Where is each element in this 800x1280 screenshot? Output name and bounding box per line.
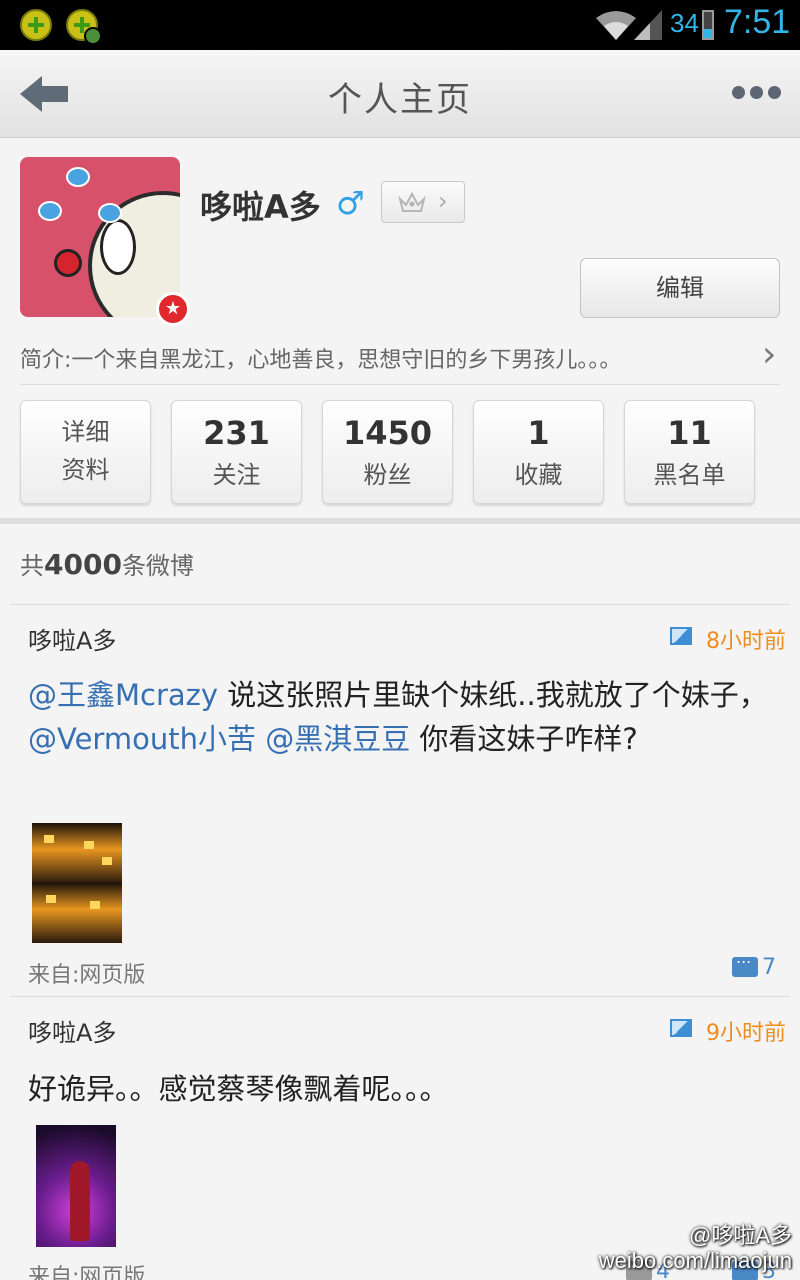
avatar[interactable] [20,157,180,317]
post-text: 好诡异。。感觉蔡琴像飘着呢。。。 [28,1072,449,1106]
verified-badge-icon: ★ [156,292,190,326]
image-icon [670,627,692,645]
post-author[interactable]: 哆啦A多 [28,621,116,656]
signal-icon [634,10,662,40]
post-time: 8小时前 [706,629,786,654]
section-divider [0,518,800,524]
blacklist-count: 11 [667,414,712,452]
post-text: @王鑫Mcrazy 说这张照片里缺个妹纸..我就放了个妹子，@Vermouth小… [28,678,768,756]
following-button[interactable]: 231 关注 [171,400,302,504]
blacklist-button[interactable]: 11 黑名单 [624,400,755,504]
post-image-thumbnail[interactable] [32,823,122,943]
post-image-thumbnail[interactable] [36,1125,116,1247]
app-notification-icon [20,9,52,41]
clock: 7:51 [724,3,791,41]
title-bar: 个人主页 [0,50,800,138]
mention-link[interactable]: @Vermouth小苦 [28,722,256,756]
watermark-url: weibo.com/limaojun [598,1248,792,1273]
weibo-count: 共4000条微博 [20,548,194,581]
wifi-icon [596,11,636,40]
mention-link[interactable]: @黑淇豆豆 [265,722,410,756]
chevron-right-icon[interactable]: › [762,334,776,375]
profile-name: 哆啦A多 [200,188,321,226]
vip-crown-button[interactable]: › [381,181,465,223]
app-update-icon [66,9,102,45]
comment-button[interactable]: 7 [732,948,776,980]
followers-button[interactable]: 1450 粉丝 [322,400,453,504]
status-bar: 34 7:51 [0,0,800,50]
profile-stats: 详细 资料 231 关注 1450 粉丝 1 收藏 11 黑名单 [20,400,780,504]
image-icon [670,1019,692,1037]
favorites-label: 收藏 [514,461,563,489]
chevron-right-icon: › [438,187,448,215]
detail-info-button[interactable]: 详细 资料 [20,400,151,504]
post-source: 来自:网页版 [28,1265,146,1280]
list-item[interactable]: 哆啦A多 8小时前 @王鑫Mcrazy 说这张照片里缺个妹纸..我就放了个妹子，… [10,605,790,995]
post-source: 来自:网页版 [28,963,146,988]
post-time: 9小时前 [706,1021,786,1046]
profile-bio[interactable]: 简介:一个来自黑龙江，心地善良，思想守旧的乡下男孩儿。。。 [20,342,621,374]
following-count: 231 [203,414,270,452]
followers-count: 1450 [342,414,433,452]
blacklist-label: 黑名单 [653,461,726,489]
followers-label: 粉丝 [363,461,412,489]
favorites-button[interactable]: 1 收藏 [473,400,604,504]
divider [20,384,780,385]
comment-count: 7 [762,955,776,980]
post-author[interactable]: 哆啦A多 [28,1013,116,1048]
edit-profile-button[interactable]: 编辑 [580,258,780,318]
male-gender-icon: ♂ [336,184,365,222]
following-label: 关注 [212,461,261,489]
comment-icon [732,948,758,977]
battery-icon [702,10,714,40]
profile-header: ★ 哆啦A多 ♂ › 编辑 简介:一个来自黑龙江，心地善良，思想守旧的乡下男孩儿… [0,138,800,520]
favorites-count: 1 [527,414,550,452]
battery-level-text: 34 [670,8,699,38]
more-options-icon[interactable] [732,84,782,102]
watermark-handle: @哆啦A多 [688,1223,792,1248]
page-title: 个人主页 [328,80,472,120]
crown-icon [398,191,426,212]
list-item[interactable]: 哆啦A多 9小时前 好诡异。。感觉蔡琴像飘着呢。。。 来自:网页版 4 3 [10,997,790,1280]
mention-link[interactable]: @王鑫Mcrazy [28,678,218,712]
